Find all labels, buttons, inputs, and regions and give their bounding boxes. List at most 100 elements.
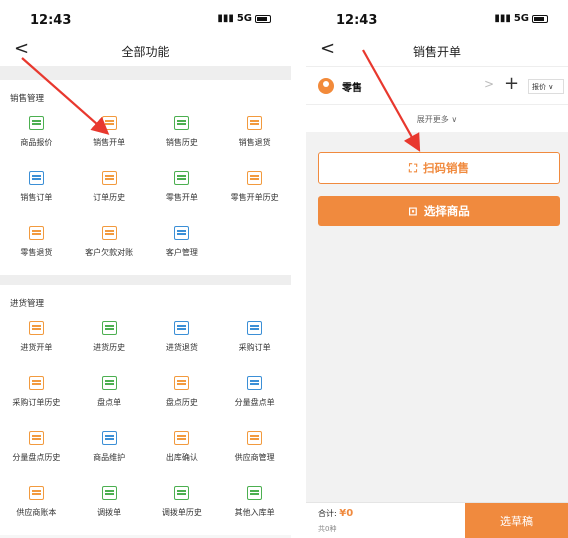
function-item[interactable]: 分量盘点历史 (0, 425, 73, 480)
function-item[interactable]: 销售订单 (0, 165, 73, 220)
function-item[interactable]: 零售开单 (146, 165, 219, 220)
function-item[interactable]: 盘点历史 (146, 370, 219, 425)
function-item[interactable]: 零售退货 (0, 220, 73, 275)
choose-product-button[interactable]: ⊡ 选择商品 (318, 196, 560, 226)
retail-history-icon (247, 171, 263, 185)
supplier-icon (247, 431, 263, 445)
function-label: 供应商账本 (16, 508, 57, 517)
function-label: 销售订单 (20, 193, 53, 202)
transfer-history-icon (174, 486, 190, 500)
function-label: 供应商管理 (234, 453, 275, 462)
customer-row[interactable]: 零售 > + 报价 ∨ (306, 66, 568, 104)
sales-order-icon (101, 116, 117, 130)
chevron-right-icon[interactable]: > (484, 77, 494, 91)
function-label: 分量盘点单 (234, 398, 275, 407)
function-item[interactable]: 进货退货 (146, 315, 219, 370)
history-icon (174, 116, 190, 130)
expand-more-button[interactable]: 展开更多 ∨ (306, 104, 568, 132)
function-label: 调拨单 (97, 508, 122, 517)
section-sales: 销售管理 商品报价 销售开单 销售历史 销售退货销售订单 订单历史 零售开单 零售开单历史零… (0, 80, 291, 275)
list-icon (28, 171, 44, 185)
function-label: 销售开单 (93, 138, 126, 147)
function-label: 销售退货 (238, 138, 271, 147)
function-item[interactable]: 零售开单历史 (218, 165, 291, 220)
function-label: 分量盘点历史 (12, 453, 61, 462)
function-item[interactable]: 分量盘点单 (218, 370, 291, 425)
transfer-icon (101, 486, 117, 500)
select-draft-button[interactable]: 选草稿 (465, 503, 568, 538)
function-label: 进货退货 (165, 343, 198, 352)
page-title: 销售开单 (412, 45, 461, 59)
function-item[interactable]: 调拨单 (73, 480, 146, 535)
function-item[interactable]: 调拨单历史 (146, 480, 219, 535)
function-label: 盘点历史 (165, 398, 198, 407)
function-item[interactable]: 销售退货 (218, 110, 291, 165)
return-icon (247, 116, 263, 130)
function-label: 其他入库单 (234, 508, 275, 517)
scan-sale-button[interactable]: ⛶ 扫码销售 (318, 152, 560, 184)
function-label: 商品报价 (20, 138, 53, 147)
function-item[interactable]: 其他入库单 (218, 480, 291, 535)
price-tag-icon (28, 116, 44, 130)
order-history-icon (101, 171, 117, 185)
customer-icon (174, 226, 190, 240)
signal-icon: ▮▮▮ (494, 13, 511, 24)
function-label: 进货开单 (20, 343, 53, 352)
function-item[interactable]: 进货开单 (0, 315, 73, 370)
function-label: 销售历史 (165, 138, 198, 147)
divider (0, 275, 291, 285)
function-label: 商品维护 (93, 453, 126, 462)
inventory-history-icon (174, 376, 190, 390)
product-select-icon: ⊡ (408, 204, 418, 218)
status-indicators: ▮▮▮ 5G (217, 13, 271, 24)
function-label: 零售退货 (20, 248, 53, 257)
function-item[interactable]: 盘点单 (73, 370, 146, 425)
clipboard-icon (101, 376, 117, 390)
function-item[interactable]: 进货历史 (73, 315, 146, 370)
function-item[interactable]: 供应商管理 (218, 425, 291, 480)
status-bar: 12:43 ▮▮▮ 5G (0, 0, 291, 36)
warehouse-icon (174, 431, 190, 445)
divider (0, 66, 291, 80)
function-label: 零售开单历史 (230, 193, 279, 202)
function-label: 客户管理 (165, 248, 198, 257)
function-item[interactable]: 销售历史 (146, 110, 219, 165)
total-value: ¥0 (339, 508, 354, 519)
footer-bar: 合计: ¥0 共0种 选草稿 (306, 502, 568, 538)
function-label: 客户欠款对账 (85, 248, 134, 257)
function-label: 进货历史 (93, 343, 126, 352)
debt-icon (101, 226, 117, 240)
sales-order-screen: 12:43 ▮▮▮ 5G < 销售开单 零售 > + 报价 ∨ 展开更多 ∨ ⛶… (306, 0, 568, 538)
page-title: 全部功能 (121, 45, 170, 59)
scan-icon: ⛶ (408, 160, 418, 175)
total-label: 合计: (318, 509, 337, 518)
signal-icon: ▮▮▮ (217, 13, 234, 24)
function-label: 订单历史 (93, 193, 126, 202)
battery-icon (532, 14, 548, 23)
function-item[interactable]: 采购订单 (218, 315, 291, 370)
network-label: 5G (513, 13, 529, 24)
scan-sale-label: 扫码销售 (423, 161, 470, 175)
section-title: 进货管理 (10, 299, 45, 309)
function-item[interactable]: 供应商账本 (0, 480, 73, 535)
customer-name: 零售 (342, 83, 362, 94)
function-label: 盘点单 (97, 398, 122, 407)
all-functions-screen: 12:43 ▮▮▮ 5G < 全部功能 销售管理 商品报价 销售开单 销售历史 销售退… (0, 0, 291, 538)
function-item[interactable]: 销售开单 (73, 110, 146, 165)
status-indicators: ▮▮▮ 5G (494, 13, 548, 24)
price-type-select[interactable]: 报价 ∨ (528, 79, 564, 94)
add-customer-button[interactable]: + (504, 73, 519, 94)
function-label: 采购订单历史 (12, 398, 61, 407)
function-item[interactable]: 商品维护 (73, 425, 146, 480)
battery-icon (255, 14, 271, 23)
total: 合计: ¥0 (318, 508, 353, 519)
choose-product-label: 选择商品 (423, 204, 470, 218)
function-item[interactable]: 采购订单历史 (0, 370, 73, 425)
function-item[interactable]: 客户欠款对账 (73, 220, 146, 275)
function-item[interactable]: 出库确认 (146, 425, 219, 480)
nav-bar: < 销售开单 (306, 36, 568, 66)
function-item[interactable]: 客户管理 (146, 220, 219, 275)
function-item[interactable]: 订单历史 (73, 165, 146, 220)
function-item[interactable]: 商品报价 (0, 110, 73, 165)
section-title: 销售管理 (10, 94, 45, 104)
